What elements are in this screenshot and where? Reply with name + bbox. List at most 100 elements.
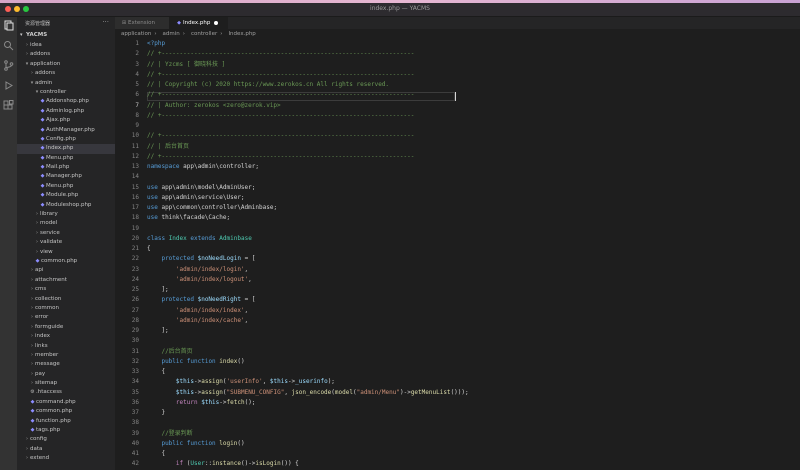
tree-file[interactable]: ◆ Config.php <box>17 135 115 144</box>
tree-file[interactable]: ◆ common.php <box>17 257 115 266</box>
code-line[interactable]: // +------------------------------------… <box>147 111 797 121</box>
tree-folder[interactable]: ▾ application <box>17 60 115 69</box>
code-line[interactable]: // +------------------------------------… <box>147 49 797 59</box>
code-line[interactable]: // | Yzcms [ 御晓科技 ] <box>147 60 797 70</box>
tree-file[interactable]: ◆ function.php <box>17 417 115 426</box>
tree-file[interactable]: ◆ Addonshop.php <box>17 97 115 106</box>
more-actions-icon[interactable]: ··· <box>102 18 109 26</box>
editor-scrollbar[interactable] <box>792 39 800 470</box>
code-line[interactable]: // +------------------------------------… <box>147 90 797 100</box>
code-line[interactable]: { <box>147 367 797 377</box>
code-line[interactable]: <?php <box>147 39 797 49</box>
code-line[interactable]: //登录判断 <box>147 429 797 439</box>
breadcrumb-item[interactable]: application <box>121 31 151 37</box>
tree-file[interactable]: ◆ Menu.php <box>17 154 115 163</box>
code-line[interactable]: { <box>147 244 797 254</box>
tree-folder[interactable]: › extend <box>17 454 115 463</box>
code-line[interactable]: protected $noNeedLogin = [ <box>147 254 797 264</box>
tree-folder[interactable]: › data <box>17 445 115 454</box>
tree-folder[interactable]: › api <box>17 266 115 275</box>
tree-folder[interactable]: › config <box>17 435 115 444</box>
tree-folder[interactable]: › addons <box>17 69 115 78</box>
tree-folder[interactable]: › idea <box>17 41 115 50</box>
tree-folder[interactable]: › library <box>17 210 115 219</box>
code-line[interactable]: public function login() <box>147 439 797 449</box>
tab-index-php[interactable]: ◆ Index.php <box>170 17 228 29</box>
breadcrumb-item[interactable]: controller <box>191 31 217 37</box>
code-line[interactable]: ]; <box>147 326 797 336</box>
tree-folder[interactable]: › view <box>17 248 115 257</box>
code-line[interactable]: namespace app\admin\controller; <box>147 162 797 172</box>
code-line[interactable]: // +------------------------------------… <box>147 152 797 162</box>
code-line[interactable]: // +------------------------------------… <box>147 70 797 80</box>
tree-file[interactable]: ◆ Ajax.php <box>17 116 115 125</box>
tree-folder[interactable]: › formguide <box>17 323 115 332</box>
breadcrumb-item[interactable]: Index.php <box>228 31 255 37</box>
tree-file[interactable]: ◆ tags.php <box>17 426 115 435</box>
code-line[interactable]: use think\facade\Cache; <box>147 213 797 223</box>
tree-folder[interactable]: › member <box>17 351 115 360</box>
tree-folder[interactable]: › message <box>17 360 115 369</box>
tree-folder[interactable]: › attachment <box>17 276 115 285</box>
code-line[interactable] <box>147 336 797 346</box>
code-line[interactable]: public function index() <box>147 357 797 367</box>
code-line[interactable]: 'admin/index/index', <box>147 306 797 316</box>
extensions-icon[interactable] <box>3 100 14 111</box>
code-line[interactable]: if (User::instance()->isLogin()) { <box>147 459 797 469</box>
workspace-root[interactable]: ▾ YACMS <box>17 31 115 40</box>
code-line[interactable]: // | Author: zerokos <zero@zerok.vip> <box>147 101 797 111</box>
tree-folder[interactable]: › model <box>17 219 115 228</box>
tree-file[interactable]: ◆ common.php <box>17 407 115 416</box>
source-control-icon[interactable] <box>3 60 14 71</box>
tree-file[interactable]: ⚙.htaccess <box>17 388 115 397</box>
code-editor[interactable]: 1 2 3 4 5 6 7 8 9 10 11 12 13 14 15 16 17 18 19 20 21 22 23 24 2… <box>115 39 800 470</box>
code-line[interactable]: use app\admin\service\User; <box>147 193 797 203</box>
tree-folder[interactable]: › links <box>17 342 115 351</box>
code-line[interactable]: use app\common\controller\Adminbase; <box>147 203 797 213</box>
code-line[interactable]: 'admin/index/login', <box>147 265 797 275</box>
code-line[interactable]: $this->assign("SUBMENU_CONFIG", json_enc… <box>147 388 797 398</box>
code-line[interactable]: { <box>147 449 797 459</box>
run-debug-icon[interactable] <box>3 80 14 91</box>
tree-folder[interactable]: › index <box>17 332 115 341</box>
tree-folder[interactable]: › collection <box>17 295 115 304</box>
tree-file[interactable]: ◆ command.php <box>17 398 115 407</box>
tree-file[interactable]: ◆ Index.php <box>17 144 115 154</box>
tree-file[interactable]: ◆ Adminlog.php <box>17 107 115 116</box>
code-line[interactable]: //后台首页 <box>147 347 797 357</box>
tree-folder[interactable]: › service <box>17 229 115 238</box>
code-line[interactable]: // +------------------------------------… <box>147 131 797 141</box>
code-line[interactable]: $this->assign('userInfo', $this->_userin… <box>147 377 797 387</box>
tree-file[interactable]: ◆ Manager.php <box>17 172 115 181</box>
code-line[interactable]: use app\admin\model\AdminUser; <box>147 183 797 193</box>
code-line[interactable]: protected $noNeedRight = [ <box>147 295 797 305</box>
breadcrumb-item[interactable]: admin <box>163 31 180 37</box>
code-line[interactable] <box>147 172 797 182</box>
code-line[interactable] <box>147 121 797 131</box>
tree-folder[interactable]: ▾ controller <box>17 88 115 97</box>
tree-folder[interactable]: › pay <box>17 370 115 379</box>
unsaved-dot-icon[interactable] <box>214 20 219 25</box>
tree-file[interactable]: ◆ Mail.php <box>17 163 115 172</box>
code-line[interactable]: class Index extends Adminbase <box>147 234 797 244</box>
code-line[interactable]: return $this->fetch(); <box>147 398 797 408</box>
tree-file[interactable]: ◆ AuthManager.php <box>17 126 115 135</box>
code-line[interactable]: } <box>147 408 797 418</box>
code-line[interactable]: 'admin/index/cache', <box>147 316 797 326</box>
code-line[interactable]: // | 后台首页 <box>147 142 797 152</box>
code-line[interactable]: // | Copyright (c) 2020 https://www.zero… <box>147 80 797 90</box>
code-line[interactable]: 'admin/index/logout', <box>147 275 797 285</box>
code-line[interactable]: ]; <box>147 285 797 295</box>
tree-folder[interactable]: › error <box>17 313 115 322</box>
code-line[interactable] <box>147 418 797 428</box>
tab-extension[interactable]: ⊞ Extension <box>115 17 170 29</box>
tree-file[interactable]: ◆ Moduleshop.php <box>17 201 115 210</box>
tree-folder[interactable]: › validate <box>17 238 115 247</box>
tree-file[interactable]: ◆ Module.php <box>17 191 115 200</box>
search-icon[interactable] <box>3 40 14 51</box>
tree-folder[interactable]: › cms <box>17 285 115 294</box>
tree-folder[interactable]: › sitemap <box>17 379 115 388</box>
tree-folder[interactable]: › addons <box>17 50 115 59</box>
code-line[interactable] <box>147 224 797 234</box>
tree-folder[interactable]: ▾ admin <box>17 79 115 88</box>
